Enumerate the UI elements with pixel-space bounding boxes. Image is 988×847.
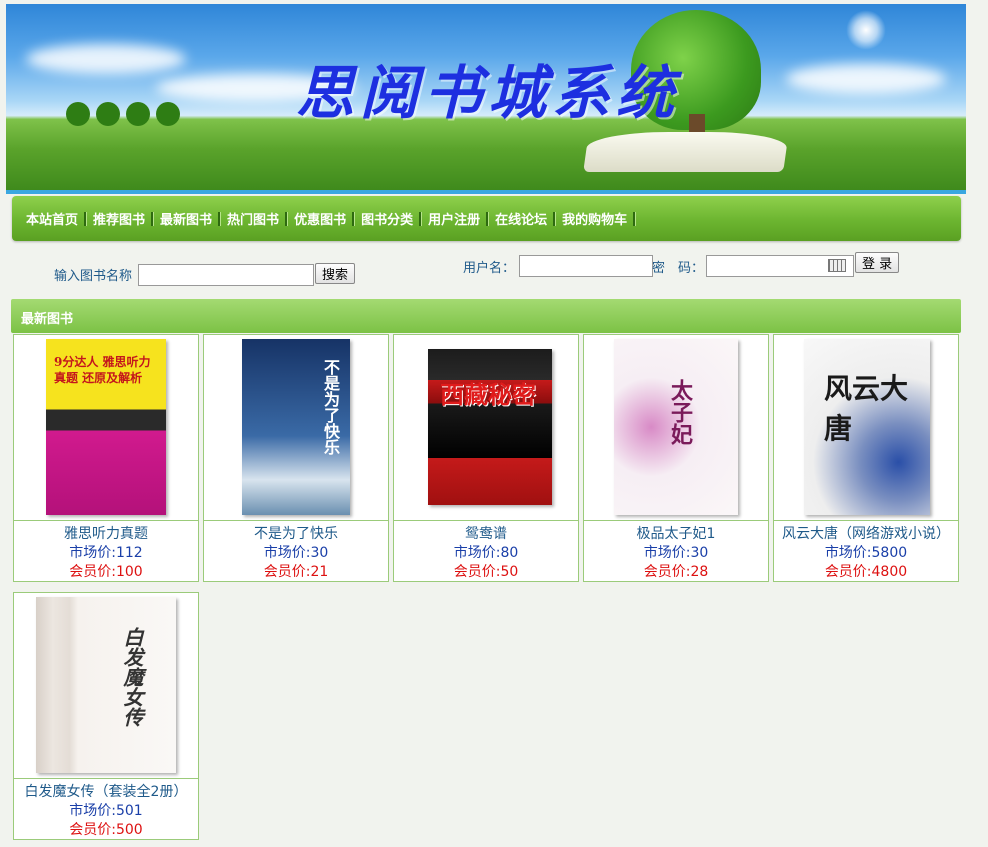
member-price: 会员价:100 xyxy=(69,564,143,580)
search-input[interactable] xyxy=(138,264,314,286)
username-label: 用户名： xyxy=(463,261,516,276)
nav-recommended[interactable]: 推荐图书 xyxy=(87,209,151,228)
book-cover-area: 太子妃 xyxy=(584,335,768,521)
book-cover-title: 西藏秘密 xyxy=(440,380,536,409)
nav-register[interactable]: 用户注册 xyxy=(422,209,486,228)
book-name[interactable]: 鸳鸯谱 xyxy=(394,523,578,543)
book-name[interactable]: 白发魔女传（套装全2册） xyxy=(14,781,198,801)
book-cover-area: 白发魔女传 xyxy=(14,593,198,779)
book-cover-image[interactable]: 风云大唐 xyxy=(804,339,930,515)
search-label: 输入图书名称 xyxy=(54,269,133,284)
tree-decoration xyxy=(126,102,150,126)
member-price: 会员价:28 xyxy=(643,564,709,580)
book-card[interactable]: 9分达人 雅思听力真题 还原及解析 雅思听力真题 市场价:112 会员价:100 xyxy=(13,334,199,582)
book-cover-area: 9分达人 雅思听力真题 还原及解析 xyxy=(14,335,198,521)
sun-decoration xyxy=(846,10,886,50)
book-name[interactable]: 雅思听力真题 xyxy=(14,523,198,543)
book-card[interactable]: 不是为了快乐 不是为了快乐 市场价:30 会员价:21 xyxy=(203,334,389,582)
book-cover-title: 太子妃 xyxy=(667,379,693,445)
nav-discount[interactable]: 优惠图书 xyxy=(288,209,352,228)
market-price: 市场价:30 xyxy=(263,545,329,561)
market-price: 市场价:112 xyxy=(69,545,143,561)
book-cover-image[interactable]: 9分达人 雅思听力真题 还原及解析 xyxy=(46,339,166,515)
username-input[interactable] xyxy=(519,255,653,277)
book-cover-title: 白发魔女传 xyxy=(120,627,144,727)
member-price: 会员价:50 xyxy=(453,564,519,580)
book-cover-image[interactable]: 太子妃 xyxy=(614,339,738,515)
nav-separator xyxy=(633,211,637,226)
book-name[interactable]: 风云大唐（网络游戏小说） xyxy=(774,523,958,543)
open-book-illustration xyxy=(583,132,789,172)
market-price: 市场价:5800 xyxy=(824,545,908,561)
nav-cart[interactable]: 我的购物车 xyxy=(556,209,633,228)
member-price: 会员价:500 xyxy=(69,822,143,838)
nav-hot[interactable]: 热门图书 xyxy=(221,209,285,228)
nav-home[interactable]: 本站首页 xyxy=(20,209,84,228)
book-card[interactable]: 太子妃 极品太子妃1 市场价:30 会员价:28 xyxy=(583,334,769,582)
book-cover-title: 风云大唐 xyxy=(824,372,909,445)
nav-newest[interactable]: 最新图书 xyxy=(154,209,218,228)
book-card[interactable]: 白发魔女传 白发魔女传（套装全2册） 市场价:501 会员价:500 xyxy=(13,592,199,840)
tree-decoration xyxy=(96,102,120,126)
member-price: 会员价:21 xyxy=(263,564,329,580)
cloud-decoration xyxy=(786,64,946,94)
book-cover-area: 风云大唐 xyxy=(774,335,958,521)
nav-categories[interactable]: 图书分类 xyxy=(355,209,419,228)
market-price: 市场价:80 xyxy=(453,545,519,561)
book-name[interactable]: 不是为了快乐 xyxy=(204,523,388,543)
section-title: 最新图书 xyxy=(21,312,74,327)
login-button[interactable]: 登 录 xyxy=(855,252,900,273)
cloud-decoration xyxy=(26,44,186,74)
search-button[interactable]: 搜索 xyxy=(315,263,356,284)
book-cover-area: 不是为了快乐 xyxy=(204,335,388,521)
nav-forum[interactable]: 在线论坛 xyxy=(489,209,553,228)
password-label: 密 码： xyxy=(652,261,705,276)
book-cover-image[interactable]: 不是为了快乐 xyxy=(242,339,350,515)
book-cover-area: 西藏秘密 xyxy=(394,335,578,521)
member-price: 会员价:4800 xyxy=(824,564,908,580)
main-nav: 本站首页 推荐图书 最新图书 热门图书 优惠图书 图书分类 用户注册 在线论坛 … xyxy=(12,196,961,241)
book-card[interactable]: 风云大唐 风云大唐（网络游戏小说） 市场价:5800 会员价:4800 xyxy=(773,334,959,582)
book-card[interactable]: 西藏秘密 鸳鸯谱 市场价:80 会员价:50 xyxy=(393,334,579,582)
book-cover-image[interactable]: 西藏秘密 xyxy=(428,349,552,505)
market-price: 市场价:501 xyxy=(69,803,143,819)
book-cover-title: 9分达人 雅思听力真题 还原及解析 xyxy=(54,355,151,385)
book-cover-title: 不是为了快乐 xyxy=(321,359,340,455)
tree-decoration xyxy=(156,102,180,126)
market-price: 市场价:30 xyxy=(643,545,709,561)
book-name[interactable]: 极品太子妃1 xyxy=(584,523,768,543)
site-title: 思阅书城系统 xyxy=(296,59,681,127)
keyboard-icon[interactable] xyxy=(828,259,846,272)
site-banner: 思阅书城系统 xyxy=(6,4,966,194)
section-header: 最新图书 xyxy=(11,299,961,333)
book-cover-image[interactable]: 白发魔女传 xyxy=(36,597,176,773)
tree-decoration xyxy=(66,102,90,126)
